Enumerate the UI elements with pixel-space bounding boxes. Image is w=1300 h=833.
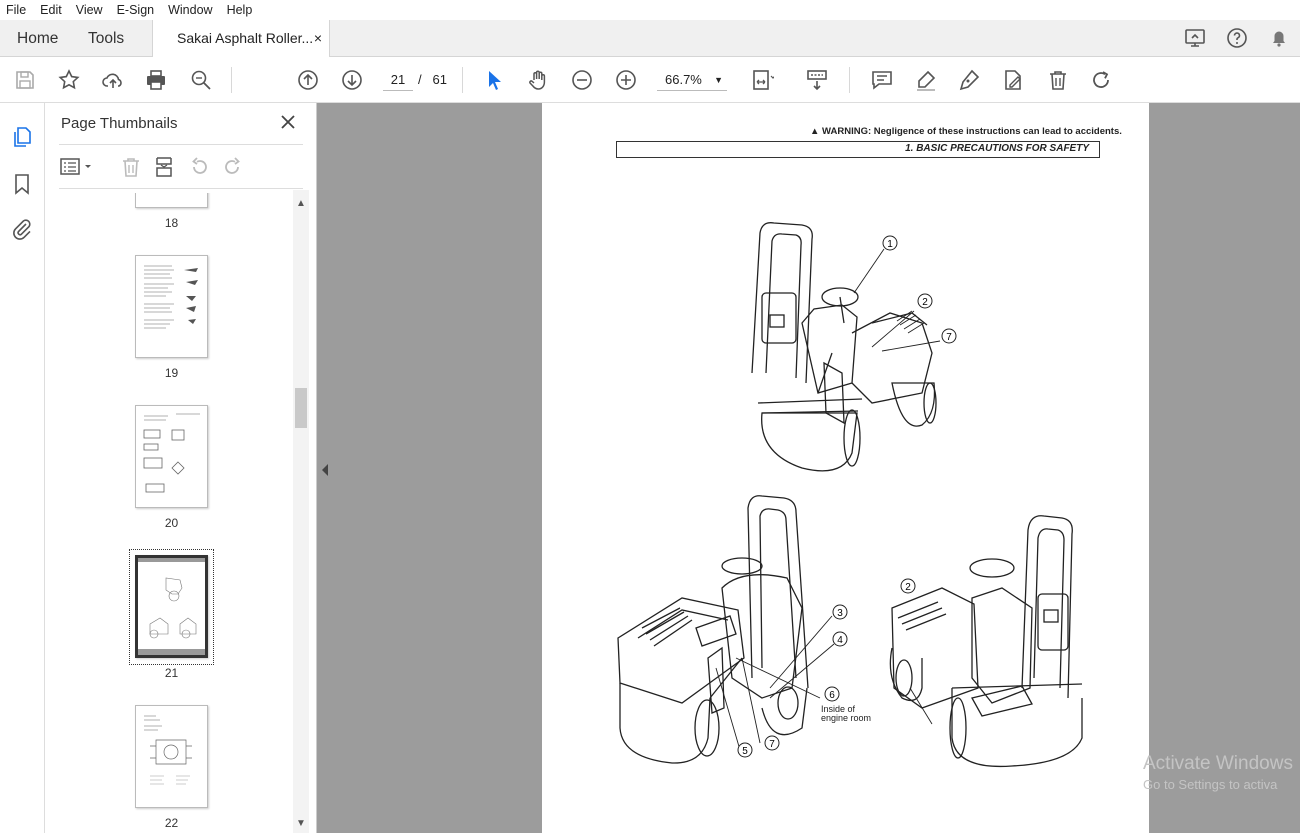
section-heading-box: 1. BASIC PRECAUTIONS FOR SAFETY [616, 141, 1100, 158]
panel-title: Page Thumbnails [61, 115, 178, 132]
cloud-upload-icon[interactable] [101, 68, 125, 92]
thumbnail-label: 22 [164, 816, 179, 830]
thumbnail-page[interactable] [135, 405, 208, 508]
collapse-panel-icon[interactable] [318, 455, 332, 485]
zoom-level-select[interactable]: 66.7% ▼ [657, 69, 727, 91]
thumbnail-list: 18 19 20 21 22 [59, 193, 293, 833]
menu-view[interactable]: View [69, 3, 110, 17]
roller-illustration-bottom-right: 2 [889, 515, 1083, 768]
thumbnail-scrollbar[interactable]: ▲ ▼ [293, 190, 309, 833]
callout-1: 1 [887, 239, 893, 250]
warning-text: ▲ WARNING: Negligence of these instructi… [810, 126, 1122, 137]
total-pages: 61 [432, 72, 447, 87]
tab-close-icon[interactable]: × [314, 20, 322, 57]
print-icon[interactable] [144, 68, 168, 92]
thumbnail-label: 18 [164, 216, 179, 230]
bookmark-icon[interactable] [10, 172, 34, 196]
thumbnail-page[interactable] [135, 705, 208, 808]
next-page-icon[interactable] [340, 68, 364, 92]
chevron-down-icon: ▼ [714, 75, 723, 85]
toolbar-divider [849, 67, 850, 93]
tab-tools[interactable]: Tools [88, 20, 124, 57]
zoom-out-icon[interactable] [570, 68, 594, 92]
thumbnail-label: 20 [164, 516, 179, 530]
tab-bar: Home Tools Sakai Asphalt Roller... × [0, 20, 1300, 57]
caption-line-2: engine room [821, 713, 872, 723]
insert-page-icon[interactable] [152, 155, 176, 179]
roller-illustration-bottom-left: 3 4 6 5 7 [617, 495, 848, 764]
tab-home[interactable]: Home [17, 20, 58, 57]
divider [59, 144, 303, 145]
thumbnail-page-current[interactable] [135, 555, 208, 658]
thumbnail-page[interactable] [135, 193, 208, 208]
save-icon[interactable] [13, 68, 37, 92]
menu-window[interactable]: Window [161, 3, 219, 17]
callout-7-bottom: 7 [769, 739, 775, 750]
page-count: / 61 [418, 69, 447, 91]
zoom-in-icon[interactable] [614, 68, 638, 92]
page-number-input[interactable]: 21 [383, 69, 413, 91]
thumbnail-label: 19 [164, 366, 179, 380]
hand-tool-icon[interactable] [526, 68, 550, 92]
thumbnail-page[interactable] [135, 255, 208, 358]
thumbnail-options-icon[interactable] [59, 155, 95, 179]
roller-illustration-top: 1 2 7 [751, 222, 957, 472]
scroll-up-icon[interactable]: ▲ [296, 198, 306, 209]
rotate-right-icon[interactable] [221, 155, 245, 179]
toolbar-divider [462, 67, 463, 93]
menu-edit[interactable]: Edit [33, 3, 69, 17]
thumbnail-label: 21 [164, 666, 179, 680]
section-heading: 1. BASIC PRECAUTIONS FOR SAFETY [905, 143, 1089, 154]
page-thumbnails-icon[interactable] [10, 125, 34, 149]
watermark-line-1: Activate Windows [1143, 753, 1293, 774]
divider [59, 188, 303, 189]
callout-3: 3 [837, 608, 843, 619]
toolbar-divider [231, 67, 232, 93]
activation-watermark: Activate Windows Go to Settings to activ… [1143, 753, 1293, 792]
attachment-icon[interactable] [10, 217, 34, 241]
scroll-mode-icon[interactable] [805, 68, 829, 92]
tab-document[interactable]: Sakai Asphalt Roller... × [152, 20, 330, 57]
draw-pen-icon[interactable] [957, 68, 981, 92]
comment-icon[interactable] [870, 68, 894, 92]
zoom-value: 66.7% [665, 72, 702, 87]
previous-page-icon[interactable] [296, 68, 320, 92]
highlight-icon[interactable] [914, 68, 938, 92]
redo-icon[interactable] [1090, 68, 1114, 92]
scroll-down-icon[interactable]: ▼ [296, 818, 306, 829]
delete-page-icon[interactable] [119, 155, 143, 179]
callout-2: 2 [922, 297, 928, 308]
menu-bar: File Edit View E-Sign Window Help [0, 0, 1300, 20]
menu-esign[interactable]: E-Sign [110, 3, 162, 17]
callout-6: 6 [829, 690, 835, 701]
page-separator: / [418, 72, 422, 87]
thumbnails-panel: Page Thumbnails 18 19 20 21 22 [45, 103, 317, 833]
menu-help[interactable]: Help [220, 3, 260, 17]
callout-5: 5 [742, 746, 748, 757]
watermark-line-2: Go to Settings to activa [1143, 777, 1278, 792]
notification-bell-icon[interactable] [1267, 26, 1291, 50]
rotate-left-icon[interactable] [187, 155, 211, 179]
star-icon[interactable] [57, 68, 81, 92]
engine-room-caption: Inside of engine room [821, 705, 871, 723]
document-page: ▲ WARNING: Negligence of these instructi… [542, 103, 1149, 833]
callout-2-right: 2 [905, 582, 911, 593]
menu-file[interactable]: File [0, 3, 33, 17]
tab-document-title: Sakai Asphalt Roller... [177, 30, 314, 46]
search-zoom-icon[interactable] [189, 68, 213, 92]
close-icon[interactable] [279, 113, 297, 131]
help-icon[interactable] [1225, 26, 1249, 50]
edit-document-icon[interactable] [1001, 68, 1025, 92]
main-toolbar: 21 / 61 66.7% ▼ [0, 57, 1300, 103]
callout-4: 4 [837, 635, 843, 646]
fit-page-icon[interactable] [750, 68, 776, 92]
delete-icon[interactable] [1046, 68, 1070, 92]
callout-7: 7 [946, 332, 952, 343]
share-screen-icon[interactable] [1183, 26, 1207, 50]
scrollbar-thumb[interactable] [295, 388, 307, 428]
select-cursor-icon[interactable] [483, 68, 507, 92]
warning-icon: ▲ [810, 126, 820, 137]
left-rail [0, 103, 45, 833]
warning-message: WARNING: Negligence of these instruction… [822, 126, 1122, 137]
